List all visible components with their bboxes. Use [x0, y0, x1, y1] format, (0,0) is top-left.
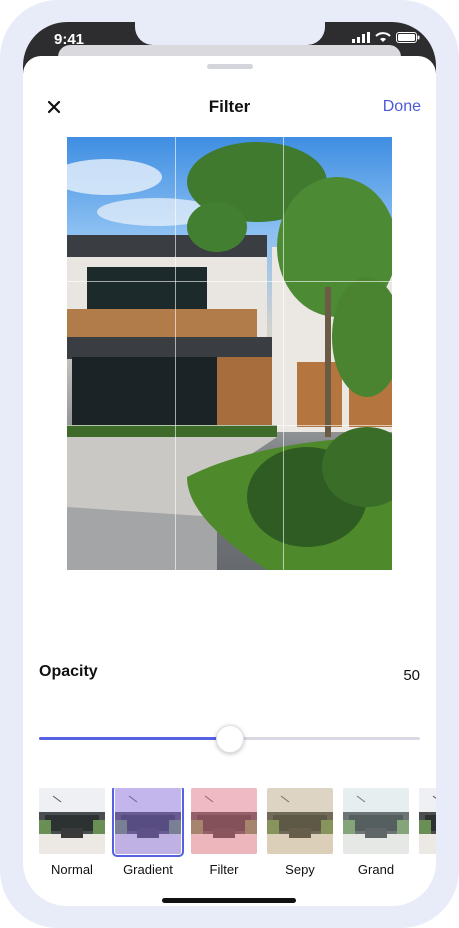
opacity-label: Opacity [39, 663, 98, 680]
photo-preview[interactable] [67, 137, 392, 570]
preset-tint [343, 788, 409, 854]
filter-sheet: Filter Done Opacity 50 Normal Gradient F… [23, 56, 436, 906]
preset-label: Filter [209, 862, 239, 877]
filter-preset[interactable]: Gradient [112, 788, 184, 888]
done-button[interactable]: Done [383, 98, 421, 116]
screen: 9:41 Filter Done Opacity 50 Normal Gradi… [23, 22, 436, 906]
preset-tint [267, 788, 333, 854]
preset-thumbnail [39, 788, 105, 854]
grid-line [67, 281, 392, 282]
opacity-slider[interactable] [39, 725, 420, 756]
slider-thumb[interactable] [216, 725, 244, 753]
preset-thumbnail [419, 788, 436, 854]
sheet-grabber[interactable] [207, 64, 253, 69]
grid-line [175, 137, 176, 570]
preset-label: Sepy [285, 862, 315, 877]
filter-preset[interactable]: Sepy [267, 788, 333, 888]
phone-frame: 9:41 Filter Done Opacity 50 Normal Gradi… [0, 0, 459, 928]
preset-tint [39, 788, 105, 854]
status-icons [352, 32, 420, 43]
preset-thumbnail [191, 788, 257, 854]
preset-thumbnail [267, 788, 333, 854]
grid-line [283, 137, 284, 570]
signal-icon [352, 32, 370, 43]
preset-thumbnail [343, 788, 409, 854]
filter-preset[interactable]: Grand [343, 788, 409, 888]
filter-preset[interactable]: Normal [39, 788, 105, 888]
wifi-icon [375, 32, 391, 42]
home-indicator [162, 898, 296, 903]
filter-preset[interactable]: Filter [191, 788, 257, 888]
notch [135, 22, 325, 45]
filter-preset[interactable] [419, 788, 436, 888]
house-image [67, 142, 392, 570]
battery-icon [396, 32, 420, 43]
grid-line [67, 425, 392, 426]
preset-tint [115, 788, 181, 854]
preset-label: Gradient [123, 862, 173, 877]
preset-tint [419, 788, 436, 854]
preset-tint [191, 788, 257, 854]
page-title: Filter [208, 97, 251, 116]
preset-label: Grand [357, 862, 395, 877]
preset-thumbnail [112, 788, 184, 857]
preset-label: Normal [51, 862, 93, 877]
opacity-value: 50 [403, 667, 420, 684]
filter-presets: Normal Gradient Filter Sepy Grand [39, 788, 436, 888]
slider-fill [39, 737, 230, 740]
